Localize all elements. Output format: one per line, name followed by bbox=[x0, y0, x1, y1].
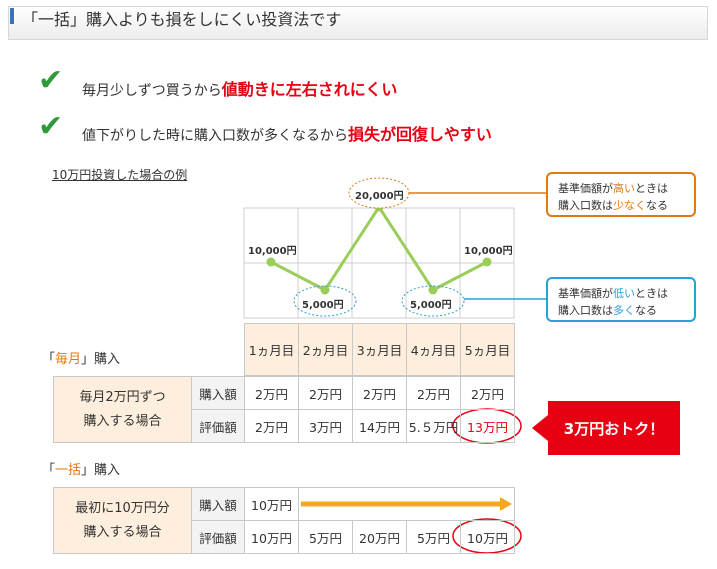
lump-plan-label: 最初に10万円分 購入する場合 bbox=[53, 487, 192, 554]
lump-arrow-cell bbox=[298, 487, 515, 521]
lump-final-value: 10万円 bbox=[460, 520, 515, 554]
price-label: 5,000円 bbox=[302, 300, 344, 311]
month-header: 1ヵ月目 bbox=[244, 323, 299, 376]
deal-badge: 3万円おトク！ bbox=[548, 401, 680, 455]
month-header: 5ヵ月目 bbox=[460, 323, 515, 376]
table-cell: 5万円 bbox=[406, 520, 461, 554]
lump-section-label: 「一括」購入 bbox=[42, 463, 121, 478]
row-label-valuation: 評価額 bbox=[191, 520, 245, 554]
deal-pointer bbox=[532, 415, 548, 441]
monthly-plan-label: 毎月2万円ずつ 購入する場合 bbox=[53, 376, 192, 443]
row-label-purchase: 購入額 bbox=[191, 487, 245, 521]
month-header: 4ヵ月目 bbox=[406, 323, 461, 376]
monthly-section-label: 「毎月」購入 bbox=[42, 352, 121, 367]
table-cell: 2万円 bbox=[352, 376, 407, 410]
price-label: 10,000円 bbox=[248, 246, 297, 257]
month-header: 3ヵ月目 bbox=[352, 323, 407, 376]
table-cell: 10万円 bbox=[244, 487, 299, 521]
price-label: 20,000円 bbox=[355, 191, 404, 202]
table-cell: 2万円 bbox=[244, 409, 299, 443]
table-cell: 2万円 bbox=[460, 376, 515, 410]
price-point bbox=[482, 257, 492, 267]
price-point bbox=[320, 285, 330, 295]
table-cell: 2万円 bbox=[244, 376, 299, 410]
price-label: 10,000円 bbox=[464, 246, 513, 257]
table-cell: 5.５万円 bbox=[406, 409, 461, 443]
month-header: 2ヵ月目 bbox=[298, 323, 353, 376]
table-cell: 14万円 bbox=[352, 409, 407, 443]
chart-grid bbox=[243, 207, 515, 319]
table-cell: 5万円 bbox=[298, 520, 353, 554]
table-cell: 2万円 bbox=[298, 376, 353, 410]
row-label-valuation: 評価額 bbox=[191, 409, 245, 443]
price-label: 5,000円 bbox=[410, 300, 452, 311]
price-point bbox=[266, 257, 276, 267]
table-cell: 3万円 bbox=[298, 409, 353, 443]
price-line bbox=[270, 204, 488, 292]
callout-low-price: 基準価額が低いときは 購入口数は多くなる bbox=[546, 277, 696, 322]
table-cell: 10万円 bbox=[244, 520, 299, 554]
table-cell: 2万円 bbox=[406, 376, 461, 410]
table-cell: 20万円 bbox=[352, 520, 407, 554]
row-label-purchase: 購入額 bbox=[191, 376, 245, 410]
monthly-final-value: 13万円 bbox=[460, 409, 515, 443]
callout-high-price: 基準価額が高いときは 購入口数は少なくなる bbox=[546, 172, 696, 217]
price-point bbox=[428, 285, 438, 295]
